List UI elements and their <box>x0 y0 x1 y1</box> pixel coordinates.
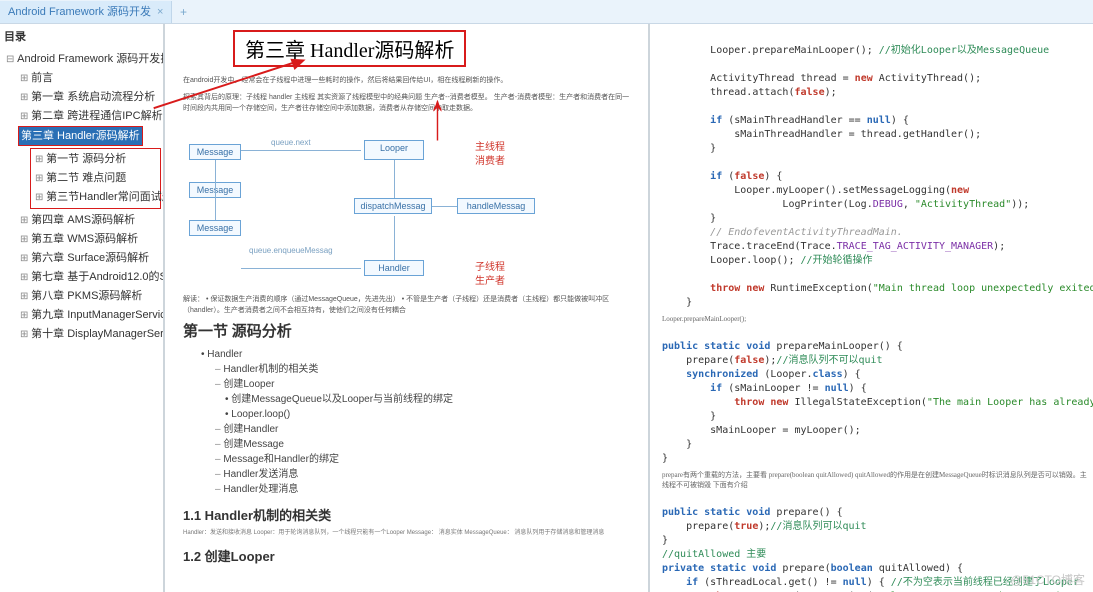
code-line: Looper.loop(); //开始轮循操作 <box>662 255 873 266</box>
code-line: sMainThreadHandler = thread.getHandler()… <box>662 129 981 140</box>
tree-item[interactable]: 第四章 AMS源码解析 <box>18 211 161 230</box>
selected-children-box: 第一节 源码分析 第二节 难点问题 第三节Handler常问面试题 <box>30 148 161 209</box>
lbl-consumer: 消费者 <box>475 152 505 167</box>
code-line: if (sMainThreadHandler == null) { <box>662 115 909 126</box>
code-section-note: Looper.prepareMainLooper(); <box>662 314 1087 324</box>
bullet: 创建Looper <box>223 379 274 390</box>
box-handler: Handler <box>364 260 424 276</box>
code-line: } <box>662 535 668 546</box>
lbl-producer: 生产者 <box>475 272 505 287</box>
lbl-subthread: 子线程 <box>475 258 505 273</box>
subheading: 1.1 Handler机制的相关类 <box>183 505 634 524</box>
code-line: synchronized (Looper.class) { <box>662 369 861 380</box>
close-icon[interactable]: × <box>157 1 163 23</box>
code-line: throw new RuntimeException("Main thread … <box>662 283 1093 294</box>
lbl-enqueue: queue.enqueueMessag <box>249 246 333 255</box>
desc-text: 解读： • 保证数据生产消费的顺序（通过MessageQueue，先进先出） •… <box>183 294 634 316</box>
tree-item[interactable]: 第七章 基于Android12.0的SurfaceFlinger源 <box>18 268 161 287</box>
tree-item[interactable]: 第八章 PKMS源码解析 <box>18 287 161 306</box>
code-line: //quitAllowed 主要 <box>662 549 766 560</box>
tree-subitem[interactable]: 第三节Handler常问面试题 <box>33 188 158 207</box>
code-line: private static void prepare(boolean quit… <box>662 563 963 574</box>
code-line: } <box>662 411 716 422</box>
code-line: } <box>662 297 692 308</box>
box-message: Message <box>189 220 241 236</box>
code-line: throw new IllegalStateException("The mai… <box>662 397 1093 408</box>
tree-item[interactable]: 第五章 WMS源码解析 <box>18 230 161 249</box>
section-heading: 第一节 源码分析 <box>183 320 634 341</box>
sidebar-header: 目录 <box>4 28 161 46</box>
intro-text-2: 探索其背后的原理：子线程 handler 主线程 其实资源了线程模型中的经典问题… <box>183 92 634 114</box>
code-line: prepare(true);//消息队列可以quit <box>662 521 867 532</box>
code-section-note: prepare有两个重载的方法，主要看 prepare(boolean quit… <box>662 470 1087 490</box>
tree-item[interactable]: 第六章 Surface源码解析 <box>18 249 161 268</box>
code-line: Looper.myLooper().setMessageLogging(new <box>662 185 969 196</box>
tree-subitem[interactable]: 第一节 源码分析 <box>33 150 158 169</box>
chapter-title: 第三章 Handler源码解析 <box>233 30 466 67</box>
code-line: } <box>662 453 668 464</box>
bullet: Handler发送消息 <box>223 469 298 480</box>
document-tab[interactable]: Android Framework 源码开发 × <box>0 1 172 23</box>
code-line: public static void prepare() { <box>662 507 843 518</box>
bullet-list: • Handler Handler机制的相关类 创建Looper 创建Messa… <box>201 347 634 497</box>
bullet: 创建MessageQueue以及Looper与当前线程的绑定 <box>231 394 453 405</box>
tree-item-selected[interactable]: 第三章 Handler源码解析 <box>18 126 143 146</box>
flow-diagram: Message Message Message Looper dispatchM… <box>189 120 634 288</box>
lbl-queuenext: queue.next <box>271 138 311 147</box>
code-line: Trace.traceEnd(Trace.TRACE_TAG_ACTIVITY_… <box>662 241 1005 252</box>
bullet: Handler机制的相关类 <box>223 364 318 375</box>
bullet: Handler <box>207 349 242 360</box>
box-dispatch: dispatchMessag <box>354 198 432 214</box>
tab-title: Android Framework 源码开发 <box>8 1 151 23</box>
tree-root[interactable]: Android Framework 源码开发揭秘 <box>4 50 161 69</box>
outline-sidebar: 目录 Android Framework 源码开发揭秘 前言 第一章 系统启动流… <box>0 24 165 592</box>
document-pane: 第三章 Handler源码解析 在android开发中，经常会在子线程中进理一些… <box>165 24 650 592</box>
code-line: thread.attach(false); <box>662 87 837 98</box>
bullet: Message和Handler的绑定 <box>223 454 339 465</box>
tree-item[interactable]: 第二章 跨进程通信IPC解析 <box>18 107 161 126</box>
red-arrow-icon: ↑ <box>429 79 446 157</box>
add-tab-button[interactable]: + <box>172 5 194 19</box>
code-line: Looper.prepareMainLooper(); //初始化Looper以… <box>662 45 1049 56</box>
lbl-mainthread: 主线程 <box>475 138 505 153</box>
code-line: } <box>662 213 716 224</box>
code-line: } <box>662 439 692 450</box>
box-message: Message <box>189 144 241 160</box>
code-line: LogPrinter(Log.DEBUG, "ActivityThread"))… <box>662 199 1029 210</box>
code-line: } <box>662 143 716 154</box>
box-handlemsg: handleMessag <box>457 198 535 214</box>
bullet: Looper.loop() <box>231 409 290 420</box>
tree-subitem[interactable]: 第二节 难点问题 <box>33 169 158 188</box>
bullet: 创建Handler <box>223 424 278 435</box>
code-pane: Looper.prepareMainLooper(); //初始化Looper以… <box>650 24 1093 592</box>
code-line: sMainLooper = myLooper(); <box>662 425 861 436</box>
bullet: Handler处理消息 <box>223 484 298 495</box>
tree-item[interactable]: 第十章 DisplayManagerService源码解析 <box>18 325 161 344</box>
tree-item[interactable]: 第一章 系统启动流程分析 <box>18 88 161 107</box>
code-line: prepare(false);//消息队列不可以quit <box>662 355 883 366</box>
box-looper: Looper <box>364 140 424 160</box>
tiny-text: Handler：发送和接收消息 Looper：用于轮询消息队列，一个线程只能有一… <box>183 528 634 538</box>
code-line: public static void prepareMainLooper() { <box>662 341 903 352</box>
code-line: // EndofeventActivityThreadMain. <box>662 227 903 238</box>
code-line: if (sMainLooper != null) { <box>662 383 867 394</box>
subheading: 1.2 创建Looper <box>183 546 634 565</box>
tab-bar: Android Framework 源码开发 × + <box>0 0 1093 24</box>
code-line: if (false) { <box>662 171 782 182</box>
bullet: 创建Message <box>223 439 284 450</box>
watermark: @51CTO博客 <box>1010 571 1085 588</box>
code-line: ActivityThread thread = new ActivityThre… <box>662 73 981 84</box>
tree-item[interactable]: 前言 <box>18 69 161 88</box>
tree-item[interactable]: 第九章 InputManagerService源码解析 <box>18 306 161 325</box>
